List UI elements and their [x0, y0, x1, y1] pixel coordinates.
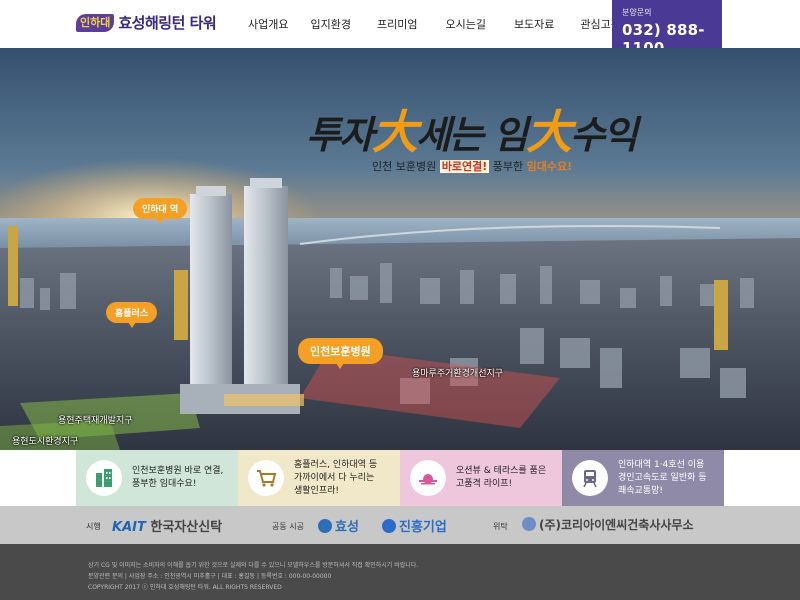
- logo-badge: 인하대: [76, 13, 115, 32]
- developer-label: 시행: [86, 522, 101, 531]
- feature-text: 오션뷰 & 테라스를 품은 고품격 라이프!: [456, 465, 546, 491]
- headline-part: 수익: [570, 112, 638, 157]
- site-header: 인하대 효성해링턴 타워 사업개요 입지환경 프리미엄 오시는길 보도자료 관심…: [0, 0, 800, 57]
- nav-item-directions[interactable]: 오시는길: [435, 16, 495, 32]
- feature-text: 인하대역 1·4호선 이용 경인고속도로 일반화 등 쾌속교통망!: [618, 459, 707, 498]
- builder-jinheung: 진흥기업: [382, 516, 447, 535]
- feature-card-transit: 인하대역 1·4호선 이용 경인고속도로 일반화 등 쾌속교통망!: [562, 450, 724, 506]
- main-nav: 사업개요 입지환경 프리미엄 오시는길 보도자료 관심고객등록: [238, 16, 651, 32]
- kait-logo: KAIT: [112, 520, 146, 535]
- subline-prefix: 인천 보훈병원: [372, 160, 437, 173]
- building-icon: [86, 460, 122, 496]
- jinheung-logo-icon: [382, 519, 396, 533]
- nav-item-overview[interactable]: 사업개요: [238, 16, 298, 32]
- headline-highlight: 大: [371, 105, 418, 159]
- trustee-name: (주)코리아이엔씨건축사사무소: [522, 516, 694, 533]
- footer-disclaimer: 상기 CG 및 이미지는 소비자의 이해를 돕기 위한 것으로 실제와 다를 수…: [88, 562, 419, 569]
- developer-text: 한국자산신탁: [150, 520, 223, 535]
- nav-item-location[interactable]: 입지환경: [300, 16, 360, 32]
- developer-name: KAIT 한국자산신탁: [112, 516, 222, 535]
- hero-subline: 인천 보훈병원 바로연결! 풍부한 임대수요!: [372, 158, 572, 174]
- footer-copyright: COPYRIGHT 2017 ⓒ 인하대 효성해링턴 타워. ALL RIGHT…: [88, 584, 282, 591]
- headline-part: 투자: [306, 112, 374, 157]
- district-yongma: 용마루주거환경개선지구: [412, 369, 504, 379]
- feature-card-hospital: 인천보훈병원 바로 연결, 풍부한 임대수요!: [76, 450, 238, 506]
- trustee-logo-icon: [522, 517, 536, 531]
- builders-label: 공동 시공: [272, 522, 304, 531]
- feature-card-oceanview: 오션뷰 & 테라스를 품은 고품격 라이프!: [400, 450, 562, 506]
- logo-text: 효성해링턴 타워: [118, 14, 217, 32]
- phone-contact[interactable]: 분양문의 032) 888-1100: [612, 0, 722, 57]
- feature-line: 오션뷰 & 테라스를 품은: [456, 466, 547, 476]
- feature-line: 쾌속교통망!: [618, 485, 664, 496]
- headline-highlight: 大: [526, 105, 572, 159]
- phone-label: 분양문의: [622, 8, 652, 17]
- feature-text: 인천보훈병원 바로 연결, 풍부한 임대수요!: [132, 465, 223, 491]
- nav-item-press[interactable]: 보도자료: [504, 16, 564, 32]
- shopping-cart-icon: [248, 460, 284, 496]
- site-logo[interactable]: 인하대 효성해링턴 타워: [76, 12, 217, 33]
- builder-text: 진흥기업: [399, 520, 447, 535]
- trustee-label: 위탁: [493, 522, 508, 531]
- subline-middle: 풍부한: [492, 160, 524, 173]
- builder-hyosung: 효성: [318, 516, 359, 535]
- feature-line: 경인고속도로 일반화 등: [618, 472, 707, 483]
- feature-line: 홈플러스, 인하대역 등: [294, 459, 378, 470]
- footer-company-info: 분양관련 문의 | 사업장 주소 : 인천광역시 미추홀구 | 대표 : 홍길동…: [88, 573, 332, 580]
- trustee-text: (주)코리아이엔씨건축사사무소: [539, 518, 694, 532]
- feature-line: 풍부한 임대수요!: [132, 479, 197, 489]
- feature-text: 홈플러스, 인하대역 등 가까이에서 다 누리는 생활인프라!: [294, 459, 377, 498]
- hospital-label: 인천보훈병원: [298, 338, 383, 369]
- feature-line: 고품격 라이프!: [456, 479, 513, 489]
- sunset-icon: [410, 460, 446, 496]
- headline-part: 세는 임: [415, 112, 528, 157]
- district-yonghyeon: 용현주택재개발지구: [58, 416, 133, 426]
- sponsor-bar: 시행 KAIT 한국자산신탁 공동 시공 효성 진흥기업 위탁 (주)코리아이엔…: [0, 506, 800, 544]
- nav-item-premium[interactable]: 프리미엄: [367, 16, 427, 32]
- feature-strip: 인천보훈병원 바로 연결, 풍부한 임대수요! 홈플러스, 인하대역 등 가까이…: [76, 450, 724, 506]
- district-yonghyeon-city: 용현도시환경지구: [12, 437, 79, 447]
- hero-banner: 투자大세는 임大수익 인천 보훈병원 바로연결! 풍부한 임대수요! 인하대 역…: [0, 48, 800, 450]
- feature-line: 인천보훈병원 바로 연결,: [132, 466, 224, 476]
- feature-line: 가까이에서 다 누리는: [294, 472, 375, 483]
- site-footer: 상기 CG 및 이미지는 소비자의 이해를 돕기 위한 것으로 실제와 다를 수…: [0, 544, 800, 600]
- inha-station-label: 인하대 역: [133, 198, 188, 224]
- subline-highlight: 임대수요!: [526, 160, 573, 173]
- train-icon: [572, 460, 608, 496]
- hero-headline: 투자大세는 임大수익: [306, 96, 638, 162]
- feature-card-infra: 홈플러스, 인하대역 등 가까이에서 다 누리는 생활인프라!: [238, 450, 400, 506]
- hyosung-logo-icon: [318, 519, 332, 533]
- subline-highlight: 바로연결!: [439, 160, 490, 173]
- homeplus-label: 홈플러스: [106, 302, 158, 328]
- builder-text: 효성: [335, 520, 359, 535]
- feature-line: 인하대역 1·4호선 이용: [618, 459, 705, 470]
- feature-line: 생활인프라!: [294, 485, 340, 496]
